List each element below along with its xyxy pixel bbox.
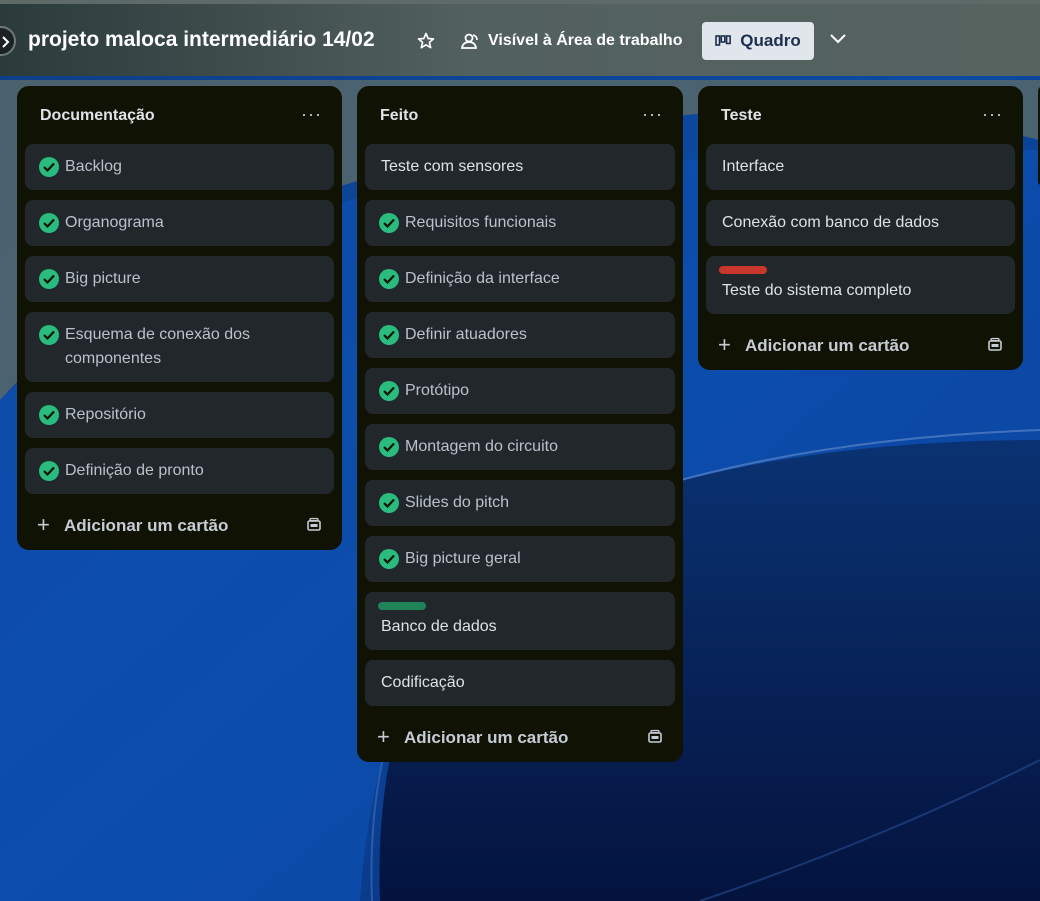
list-header: Feito ··· (365, 86, 675, 144)
board-view-button[interactable]: Quadro (702, 22, 814, 60)
check-circle-icon[interactable] (379, 381, 399, 401)
plus-icon: + (377, 724, 390, 749)
card[interactable]: Teste com sensores (365, 144, 675, 190)
add-card-button[interactable]: + Adicionar um cartão (25, 504, 334, 550)
list-menu-button[interactable]: ··· (642, 104, 663, 125)
card-title: Organograma (65, 214, 164, 231)
chevron-down-icon[interactable] (828, 32, 848, 46)
list-title[interactable]: Documentação (40, 107, 155, 125)
list-title[interactable]: Teste (721, 107, 762, 125)
check-circle-icon[interactable] (379, 437, 399, 457)
list-menu-button[interactable]: ··· (301, 104, 322, 125)
card-title: Definir atuadores (405, 326, 527, 343)
card[interactable]: Repositório (25, 392, 334, 438)
card[interactable]: Backlog (25, 144, 334, 190)
card-title: Big picture (65, 270, 141, 287)
visibility-label: Visível à Área de trabalho (488, 32, 683, 49)
star-icon[interactable] (416, 31, 436, 51)
card[interactable]: Requisitos funcionais (365, 200, 675, 246)
card[interactable]: Definição da interface (365, 256, 675, 302)
card[interactable]: Esquema de conexão dos componentes (25, 312, 334, 382)
card-label[interactable] (719, 266, 767, 274)
add-card-button[interactable]: + Adicionar um cartão (706, 324, 1015, 370)
card[interactable]: Banco de dados (365, 592, 675, 650)
add-card-label: Adicionar um cartão (745, 336, 910, 355)
list-teste: Teste ··· Interface Conexão com banco de da… (698, 86, 1023, 370)
card-template-icon[interactable] (306, 517, 322, 538)
check-circle-icon[interactable] (39, 269, 59, 289)
check-circle-icon[interactable] (379, 213, 399, 233)
card-title: Banco de dados (381, 618, 497, 635)
check-circle-icon[interactable] (379, 269, 399, 289)
visibility-button[interactable]: Visível à Área de trabalho (460, 32, 682, 50)
check-circle-icon[interactable] (39, 325, 59, 345)
check-circle-icon[interactable] (39, 213, 59, 233)
card-template-icon[interactable] (647, 729, 663, 750)
board-title[interactable]: projeto maloca intermediário 14/02 (28, 28, 375, 52)
board-view-icon (715, 35, 732, 46)
card-label[interactable] (378, 602, 426, 610)
card-title: Teste do sistema completo (722, 282, 912, 299)
check-circle-icon[interactable] (379, 325, 399, 345)
card-title: Big picture geral (405, 550, 521, 567)
list-header: Teste ··· (706, 86, 1015, 144)
board-header: projeto maloca intermediário 14/02 Visív… (0, 0, 1040, 76)
card-title: Backlog (65, 158, 122, 175)
workspace-visibility-icon (460, 33, 478, 49)
list-header: Documentação ··· (25, 86, 334, 144)
list-feito: Feito ··· Teste com sensores Requisitos fun… (357, 86, 683, 762)
card[interactable]: Organograma (25, 200, 334, 246)
card-title: Repositório (65, 406, 146, 423)
card[interactable]: Definir atuadores (365, 312, 675, 358)
card-title: Protótipo (405, 382, 470, 399)
card[interactable]: Definição de pronto (25, 448, 334, 494)
card[interactable]: Interface (706, 144, 1015, 190)
card[interactable]: Protótipo (365, 368, 675, 414)
card-title: Conexão com banco de dados (722, 214, 940, 231)
card-title: Definição de pronto (65, 462, 204, 479)
add-card-button[interactable]: + Adicionar um cartão (365, 716, 675, 762)
card-title: Teste com sensores (381, 158, 524, 175)
card[interactable]: Montagem do circuito (365, 424, 675, 470)
list-title[interactable]: Feito (380, 107, 418, 125)
card[interactable]: Big picture (25, 256, 334, 302)
chevron-right-icon (2, 36, 10, 48)
card-title: Requisitos funcionais (405, 214, 557, 231)
check-circle-icon[interactable] (379, 549, 399, 569)
list-menu-button[interactable]: ··· (982, 104, 1003, 125)
plus-icon: + (718, 332, 731, 357)
check-circle-icon[interactable] (39, 461, 59, 481)
card-title: Definição da interface (405, 270, 560, 287)
check-circle-icon[interactable] (39, 405, 59, 425)
card[interactable]: Conexão com banco de dados (706, 200, 1015, 246)
add-card-label: Adicionar um cartão (64, 516, 229, 535)
sidebar-toggle-button[interactable] (0, 26, 16, 56)
list-documentacao: Documentação ··· Backlog Organograma Big pic… (17, 86, 342, 550)
check-circle-icon[interactable] (39, 157, 59, 177)
card-template-icon[interactable] (987, 337, 1003, 358)
plus-icon: + (37, 512, 50, 537)
card[interactable]: Big picture geral (365, 536, 675, 582)
card-title: Esquema de conexão dos componentes (65, 326, 251, 367)
check-circle-icon[interactable] (379, 493, 399, 513)
card-title: Interface (722, 158, 785, 175)
card-title: Codificação (381, 674, 465, 691)
card[interactable]: Codificação (365, 660, 675, 706)
card-title: Slides do pitch (405, 494, 510, 511)
card[interactable]: Slides do pitch (365, 480, 675, 526)
card-title: Montagem do circuito (405, 438, 558, 455)
board-view-label: Quadro (740, 31, 801, 50)
card[interactable]: Teste do sistema completo (706, 256, 1015, 314)
add-card-label: Adicionar um cartão (404, 728, 569, 747)
